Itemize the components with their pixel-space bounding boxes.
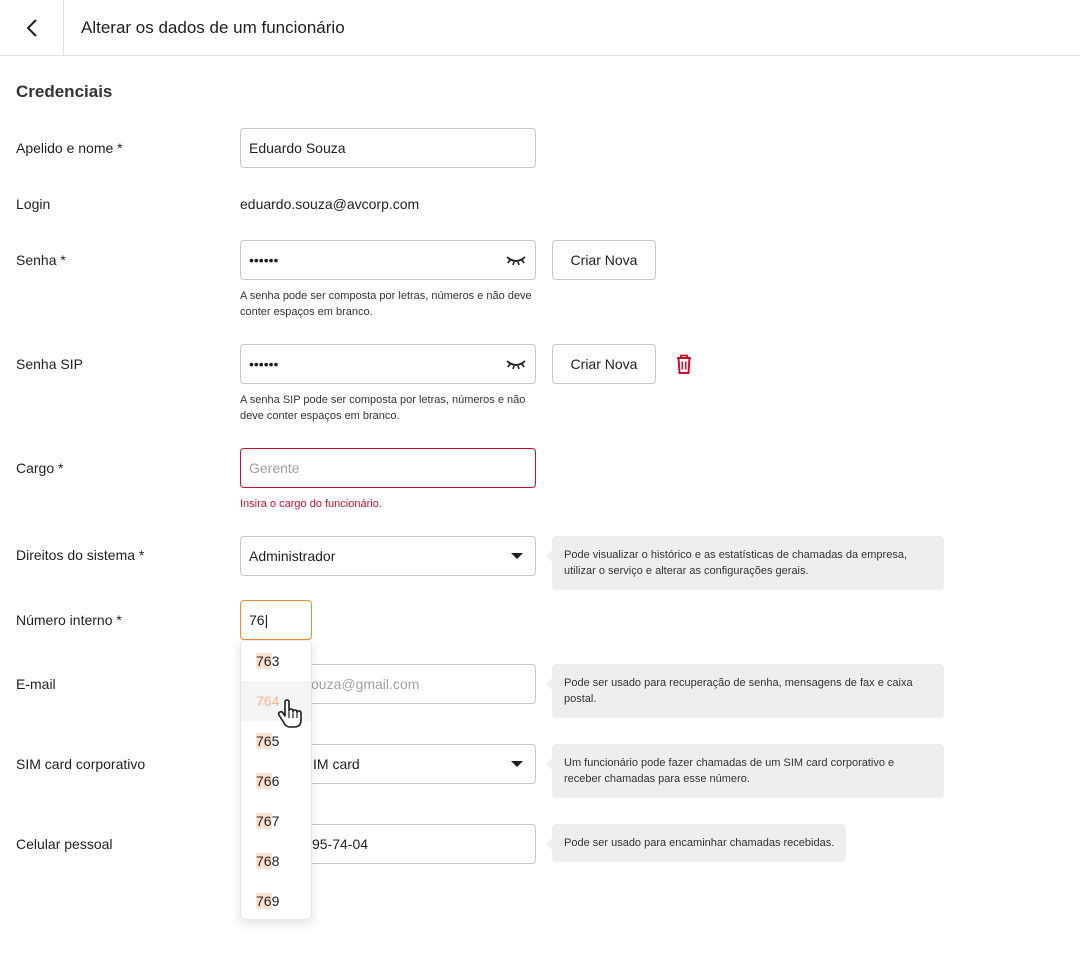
section-title: Credenciais (16, 82, 113, 101)
mobile-value: 95-74-04 (312, 836, 369, 852)
name-label: Apelido e nome * (16, 140, 123, 156)
hand-cursor-icon (277, 699, 302, 728)
login-value: eduardo.souza@avcorp.com (240, 196, 420, 212)
password-input[interactable]: •••••• (240, 240, 536, 280)
eye-closed-icon[interactable] (506, 357, 526, 371)
eye-closed-icon[interactable] (506, 253, 526, 267)
extension-value: 76| (249, 612, 269, 628)
back-button[interactable] (0, 0, 64, 55)
suggestion-match: 76 (256, 813, 272, 829)
rights-label: Direitos do sistema * (16, 547, 145, 563)
extension-label: Número interno * (16, 612, 122, 628)
suggestion-match: 76 (256, 733, 272, 749)
chevron-left-icon (26, 18, 37, 37)
name-input[interactable]: Eduardo Souza (240, 128, 536, 168)
position-error: Insira o cargo do funcionário. (240, 498, 382, 510)
sim-label: SIM card corporativo (16, 756, 146, 772)
rights-select[interactable]: Administrador (240, 536, 536, 576)
create-password-button[interactable]: Criar Nova (552, 240, 656, 280)
password-hint: A senha pode ser composta por letras, nú… (240, 290, 532, 318)
name-value: Eduardo Souza (249, 140, 346, 156)
email-placeholder: ouza@gmail.com (311, 676, 420, 692)
suggestion-suffix: 8 (271, 853, 280, 869)
sip-password-hint: A senha SIP pode ser composta por letras… (240, 394, 526, 422)
suggestion-item[interactable]: 763 (241, 641, 311, 681)
page-header: Alterar os dados de um funcionário (0, 0, 1080, 56)
sip-password-input[interactable]: •••••• (240, 344, 536, 384)
position-label: Cargo * (16, 460, 64, 476)
suggestion-suffix: 9 (271, 893, 280, 909)
email-label: E-mail (16, 676, 56, 692)
suggestion-suffix: 3 (271, 653, 280, 669)
suggestion-match: 76 (256, 693, 272, 709)
sip-password-value: •••••• (249, 356, 279, 372)
suggestion-item[interactable]: 769 (241, 881, 311, 921)
extension-input[interactable]: 76| (240, 600, 312, 640)
suggestion-item[interactable]: 768 (241, 841, 311, 881)
sim-tooltip: Um funcionário pode fazer chamadas de um… (546, 744, 944, 798)
suggestion-suffix: 6 (271, 773, 280, 789)
suggestion-match: 76 (256, 853, 272, 869)
suggestion-item[interactable]: 766 (241, 761, 311, 801)
position-placeholder: Gerente (249, 460, 300, 476)
login-label: Login (16, 196, 51, 212)
page-title: Alterar os dados de um funcionário (81, 18, 345, 37)
suggestion-suffix: 5 (271, 733, 280, 749)
trash-icon[interactable] (674, 353, 694, 375)
sim-value: IM card (313, 756, 360, 772)
rights-tooltip: Pode visualizar o histórico e as estatís… (546, 536, 944, 590)
caret-down-icon (511, 761, 523, 767)
suggestion-match: 76 (256, 653, 272, 669)
suggestion-item[interactable]: 767 (241, 801, 311, 841)
sip-password-label: Senha SIP (16, 356, 83, 372)
rights-value: Administrador (249, 548, 336, 564)
suggestion-match: 76 (256, 893, 272, 909)
password-label: Senha * (16, 252, 66, 268)
password-value: •••••• (249, 252, 279, 268)
extension-suggestions-dropdown: 763 764 765 766 767 768 769 (240, 640, 312, 920)
email-tooltip: Pode ser usado para recuperação de senha… (546, 664, 944, 718)
create-sip-password-button[interactable]: Criar Nova (552, 344, 656, 384)
suggestion-suffix: 7 (271, 813, 280, 829)
suggestion-match: 76 (256, 773, 272, 789)
mobile-tooltip: Pode ser usado para encaminhar chamadas … (545, 824, 847, 862)
mobile-label: Celular pessoal (16, 836, 113, 852)
caret-down-icon (511, 553, 523, 559)
position-input[interactable]: Gerente (240, 448, 536, 488)
